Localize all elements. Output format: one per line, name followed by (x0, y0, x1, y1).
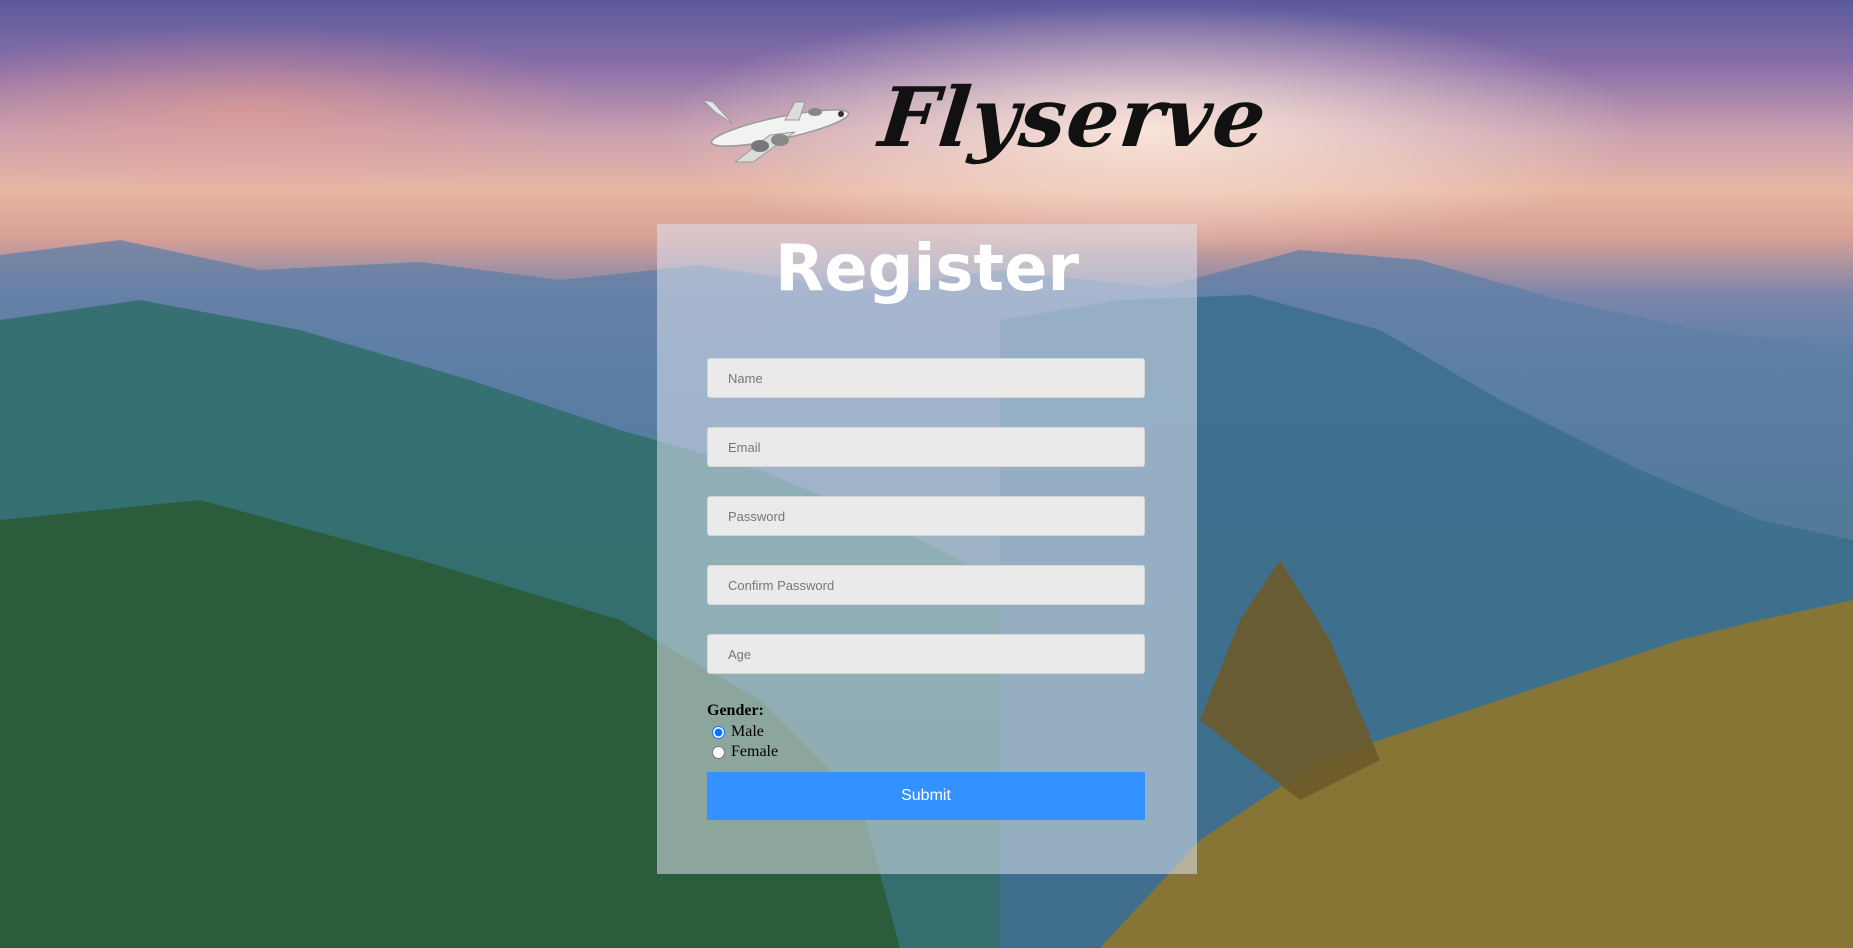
female-radio[interactable] (712, 745, 725, 759)
gender-option-female[interactable]: Female (707, 742, 778, 762)
register-panel: Register Gender: Male Female Submit (657, 224, 1197, 874)
female-label: Female (731, 743, 779, 760)
brand-logo: Flyserve (695, 70, 1271, 180)
male-label: Male (731, 723, 764, 740)
age-field[interactable] (707, 634, 1145, 674)
email-field[interactable] (707, 427, 1145, 467)
airplane-icon (701, 99, 850, 163)
register-title: Register (774, 232, 1080, 306)
confirm-password-field[interactable] (707, 565, 1145, 605)
submit-button[interactable]: Submit (707, 772, 1145, 820)
gender-option-male[interactable]: Male (707, 722, 778, 742)
name-field[interactable] (707, 358, 1145, 398)
gender-group: Gender: Male Female (707, 702, 778, 762)
brand-name: Flyserve (874, 70, 1272, 166)
male-radio[interactable] (712, 725, 725, 739)
password-field[interactable] (707, 496, 1145, 536)
gender-label: Gender: (707, 702, 764, 719)
